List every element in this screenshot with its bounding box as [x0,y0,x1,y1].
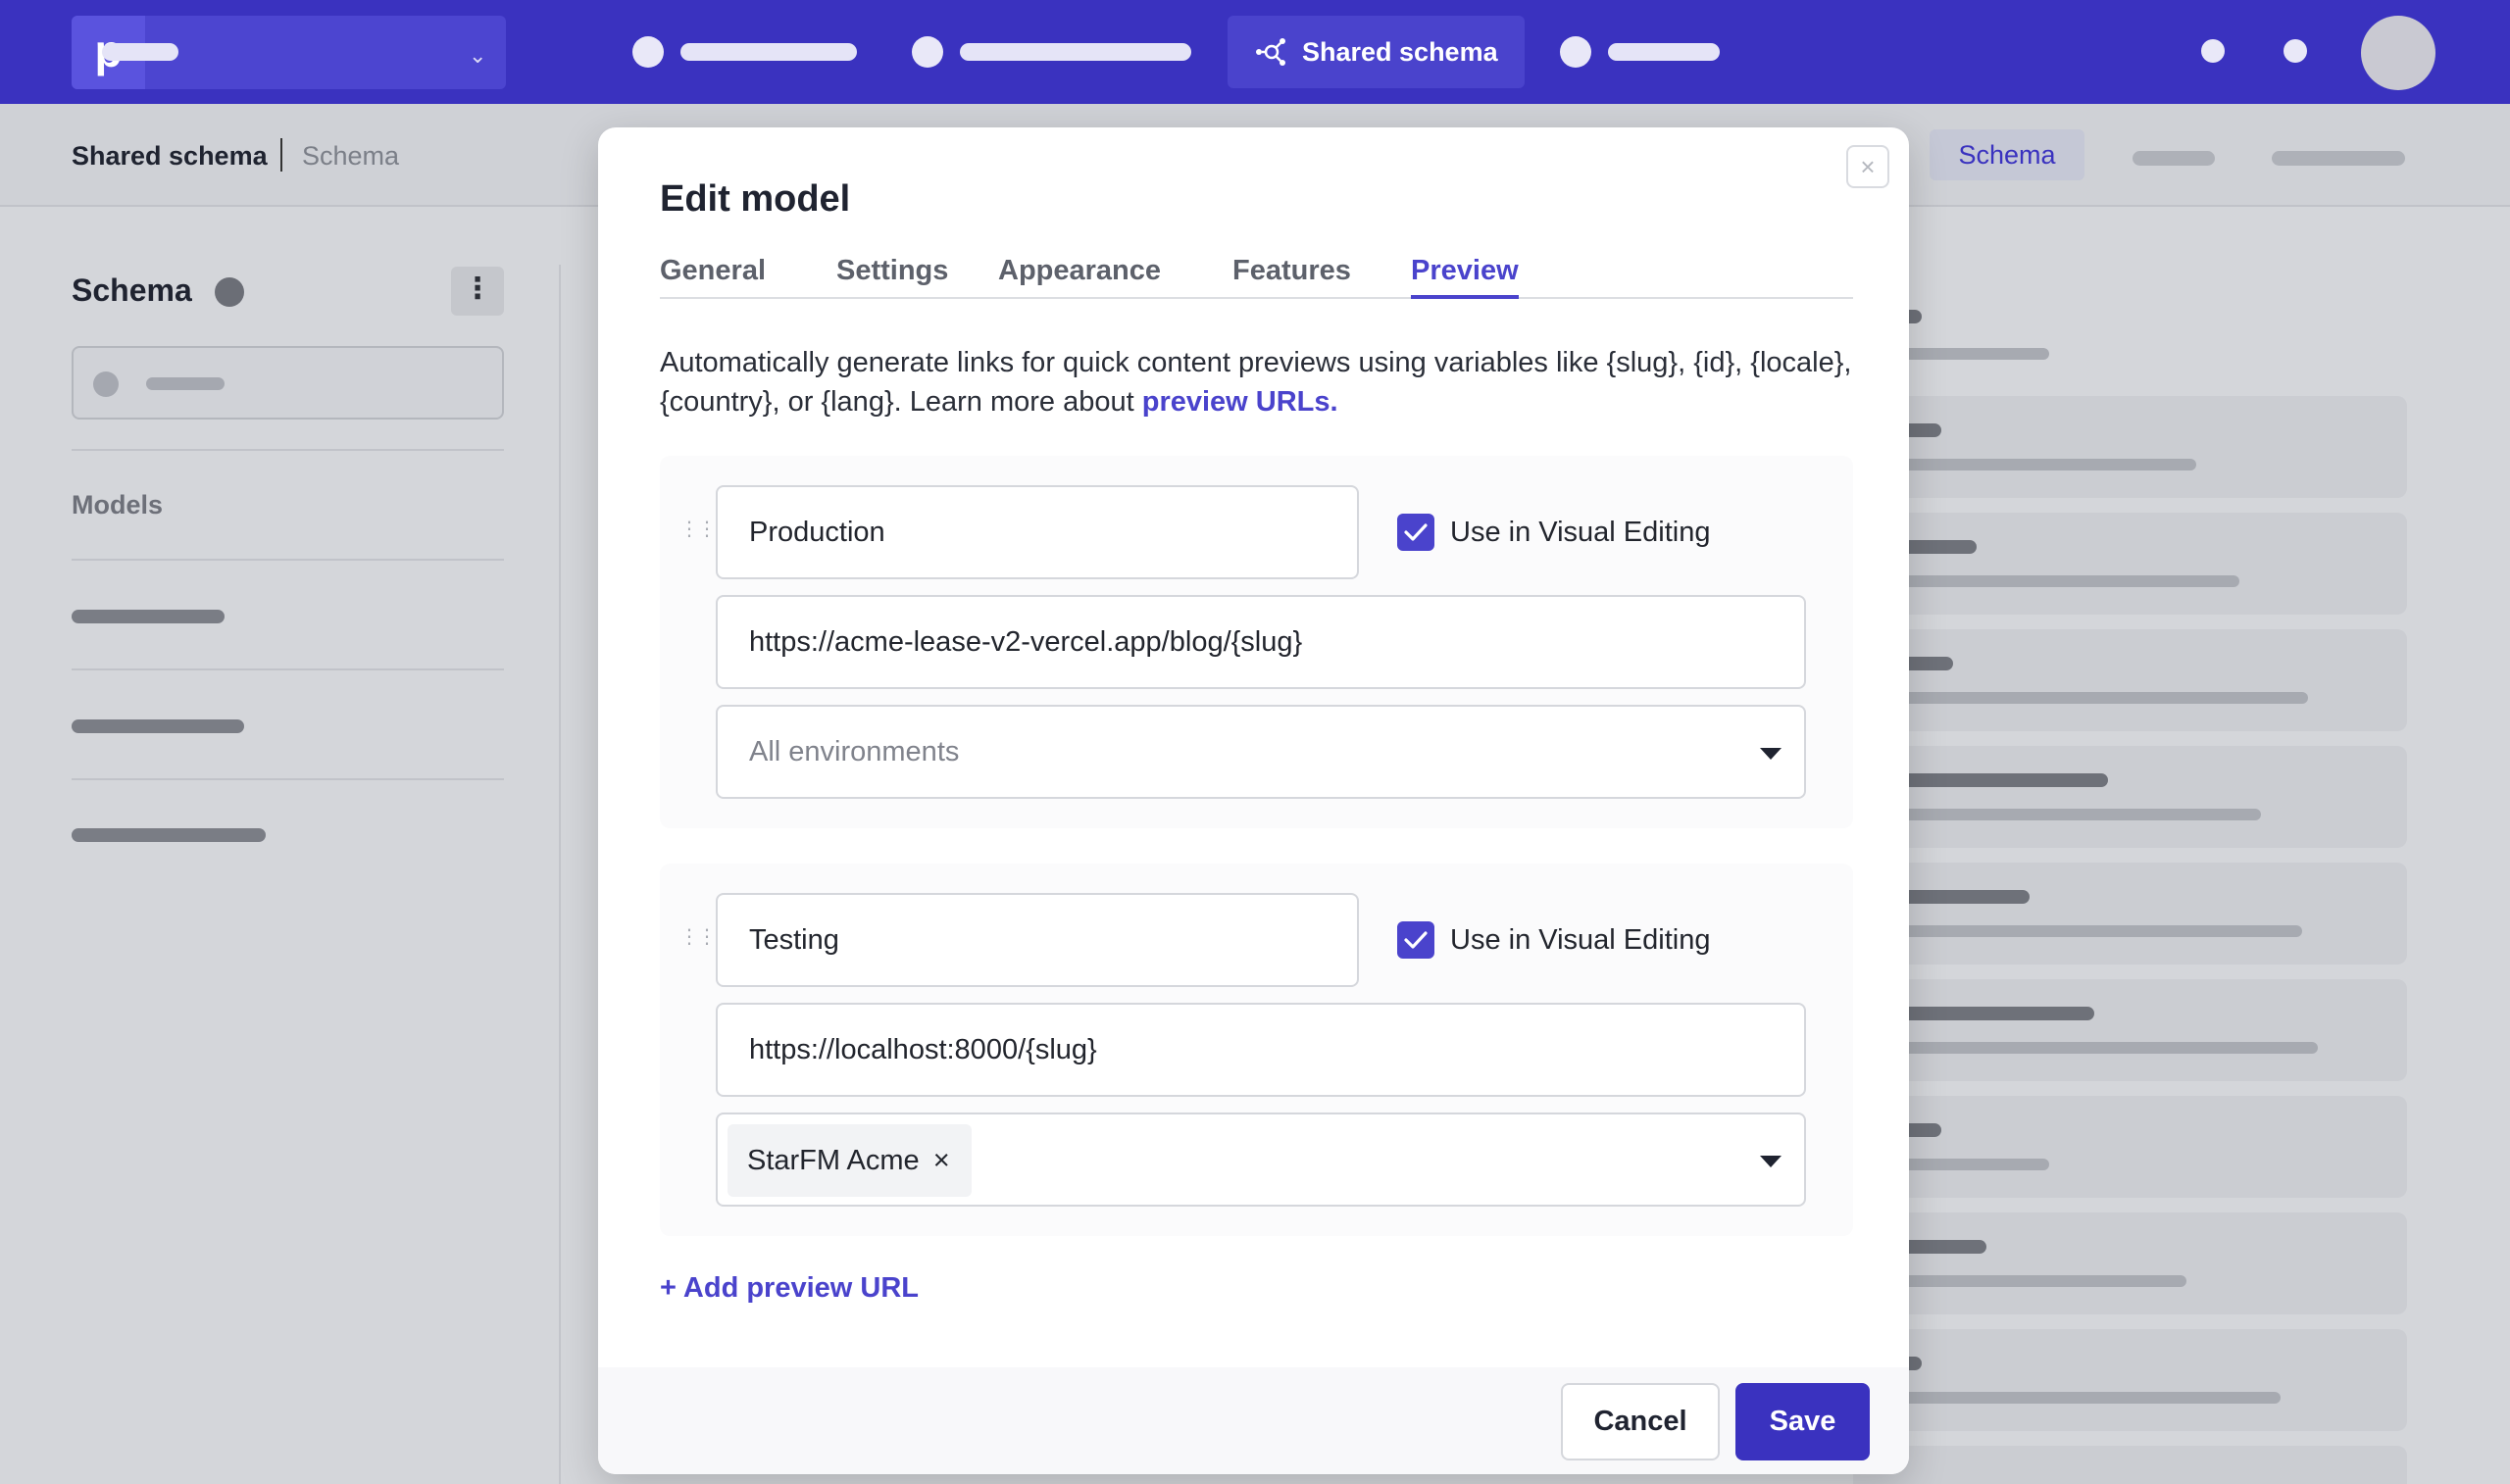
environment-select[interactable]: All environments [716,705,1806,799]
project-switcher[interactable]: p ⌄ [72,16,506,89]
breadcrumb-divider [280,138,282,172]
nav-icon[interactable] [912,36,943,68]
caret-down-icon [1760,748,1782,760]
add-preview-url-button[interactable]: + Add preview URL [660,1272,919,1305]
drag-handle-icon[interactable]: ⋮⋮ [679,517,717,541]
preview-name-input[interactable]: Testing [716,893,1359,987]
field-type-placeholder [1892,348,2049,360]
environment-chip: StarFM Acme × [728,1124,972,1197]
field-card[interactable] [1853,746,2407,848]
dialog-title: Edit model [660,178,851,220]
environment-select[interactable]: StarFM Acme × [716,1113,1806,1207]
tab-general[interactable]: General [660,255,766,287]
project-name-placeholder [102,43,178,61]
search-placeholder [146,377,225,390]
divider [72,668,504,670]
preview-url-entry: ⋮⋮ Testing Use in Visual Editing https:/… [660,864,1853,1236]
field-card[interactable] [1853,863,2407,965]
cancel-button[interactable]: Cancel [1561,1383,1720,1460]
preview-name-input[interactable]: Production [716,485,1359,579]
sidebar-model-item[interactable] [72,719,244,733]
tab-features[interactable]: Features [1232,255,1351,287]
preview-urls-link[interactable]: preview URLs. [1142,386,1338,418]
visual-editing-label: Use in Visual Editing [1450,517,1711,548]
tab-settings[interactable]: Settings [836,255,948,287]
nav-item-placeholder[interactable] [1608,43,1720,61]
edit-model-dialog: × Edit model General Settings Appearance… [598,127,1909,1474]
field-card[interactable] [1853,1329,2407,1431]
breadcrumb-project[interactable]: Shared schema [72,141,268,172]
remove-chip-icon[interactable]: × [933,1145,950,1176]
nav-icon[interactable] [632,36,664,68]
divider [72,559,504,561]
models-heading: Models [72,490,164,519]
subnav-tab-placeholder[interactable] [2272,151,2405,166]
visual-editing-label: Use in Visual Editing [1450,924,1711,956]
dialog-tabs: General Settings Appearance Features Pre… [660,255,1853,299]
drag-handle-icon[interactable]: ⋮⋮ [679,924,717,949]
field-card[interactable] [1853,629,2407,731]
preview-url-entry: ⋮⋮ Production Use in Visual Editing http… [660,456,1853,828]
field-card[interactable] [1853,1096,2407,1198]
search-icon [93,371,119,397]
chevron-down-icon: ⌄ [469,43,487,68]
field-card[interactable] [1853,396,2407,498]
close-icon[interactable]: × [1846,145,1889,188]
checkmark-icon [1404,931,1428,949]
field-card[interactable] [1853,1446,2407,1484]
dialog-footer: Cancel Save [598,1367,1909,1474]
sidebar-border [559,265,561,1484]
environment-chip-label: StarFM Acme [747,1145,920,1176]
divider [72,449,504,451]
environment-placeholder: All environments [749,736,960,767]
preview-url-input[interactable]: https://acme-lease-v2-vercel.app/blog/{s… [716,595,1806,689]
sidebar-title: Schema [72,272,192,308]
status-dot-icon [215,277,244,307]
sidebar-model-item[interactable] [72,610,225,623]
nav-item-shared-schema[interactable]: Shared schema [1228,16,1525,88]
nav-icon[interactable] [1560,36,1591,68]
breadcrumb-section[interactable]: Schema [302,141,399,172]
top-navigation: p ⌄ Shared schema [0,0,2510,104]
visual-editing-checkbox[interactable] [1397,514,1434,551]
avatar[interactable] [2361,16,2435,90]
field-card[interactable] [1853,979,2407,1081]
sidebar-search-input[interactable] [72,346,504,420]
nav-item-placeholder[interactable] [680,43,857,61]
field-card[interactable] [1853,1212,2407,1314]
more-options-icon[interactable]: ⋮ [451,267,504,316]
visual-editing-checkbox[interactable] [1397,921,1434,959]
caret-down-icon [1760,1156,1782,1167]
nav-active-label: Shared schema [1302,37,1498,67]
tab-appearance[interactable]: Appearance [998,255,1161,287]
sidebar-model-item[interactable] [72,828,266,842]
field-card[interactable] [1853,513,2407,615]
notifications-icon[interactable] [2284,39,2307,63]
nav-item-placeholder[interactable] [960,43,1191,61]
tab-schema[interactable]: Schema [1930,129,2084,180]
tab-preview[interactable]: Preview [1411,255,1519,299]
schema-icon [1256,38,1285,66]
subnav-tab-placeholder[interactable] [2133,151,2215,166]
divider [72,778,504,780]
preview-url-input[interactable]: https://localhost:8000/{slug} [716,1003,1806,1097]
save-button[interactable]: Save [1735,1383,1870,1460]
checkmark-icon [1404,523,1428,541]
preview-description: Automatically generate links for quick c… [660,347,1852,418]
help-icon[interactable] [2201,39,2225,63]
